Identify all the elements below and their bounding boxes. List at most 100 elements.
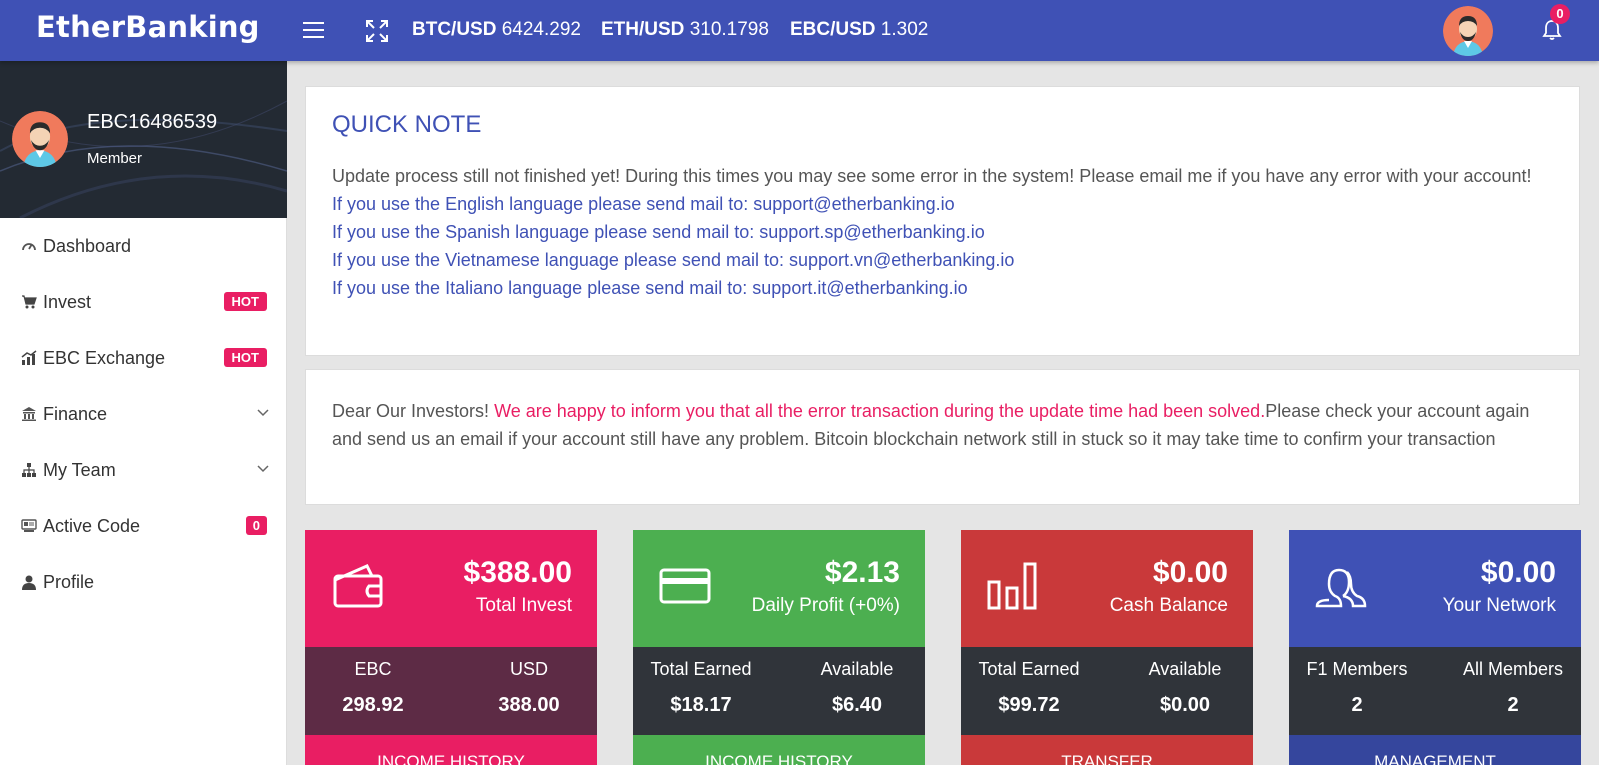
stat-card-details: Total Earned $18.17 Available $6.40 — [633, 647, 925, 735]
code-icon — [20, 517, 38, 535]
stat-detail-label: USD — [509, 659, 548, 679]
user-icon — [20, 573, 38, 591]
dashboard-icon — [20, 237, 38, 255]
stat-card-cash-balance: $0.00 Cash Balance Total Earned $99.72 Av… — [961, 530, 1253, 765]
stat-detail-label: Total Earned — [978, 659, 1080, 679]
ticker-price: 6424.292 — [501, 19, 581, 40]
management-button[interactable]: MANAGEMENT — [1289, 735, 1581, 765]
stat-label: Daily Profit (+0%) — [751, 595, 900, 616]
brand-logo[interactable]: EtherBanking — [36, 10, 260, 44]
stat-detail-value: 388.00 — [498, 694, 560, 716]
fullscreen-icon[interactable] — [366, 20, 388, 42]
stat-card-header: $388.00 Total Invest — [305, 530, 597, 647]
stat-amount: $0.00 — [1480, 556, 1556, 589]
stat-detail-value: $18.17 — [670, 694, 732, 716]
stat-label: Total Invest — [475, 595, 572, 616]
users-icon — [1315, 568, 1367, 608]
announcement-highlight: We are happy to inform you that all the … — [494, 401, 1266, 421]
chevron-down-icon — [257, 409, 269, 417]
stat-detail-value: 2 — [1507, 694, 1519, 716]
stat-detail-label: EBC — [354, 659, 392, 679]
sidebar: EBC16486539 Member Dashboard Invest HOT … — [0, 61, 287, 765]
user-role: Member — [87, 150, 143, 167]
sidebar-item-profile[interactable]: Profile — [0, 554, 286, 610]
support-line-english[interactable]: If you use the English language please s… — [332, 190, 1562, 218]
stat-detail-label: All Members — [1462, 659, 1564, 679]
stat-detail-value: $6.40 — [831, 694, 883, 716]
avatar-icon — [1443, 6, 1493, 56]
ticker-ebc: EBC/USD 1.302 — [790, 19, 928, 41]
announcement-card: Dear Our Investors! We are happy to info… — [305, 369, 1580, 505]
quick-note-body: Update process still not finished yet! D… — [332, 162, 1562, 302]
stat-detail-value: 2 — [1351, 694, 1363, 716]
quick-note-title: QUICK NOTE — [332, 111, 482, 138]
sidebar-item-label: My Team — [43, 459, 116, 480]
stat-card-header: $0.00 Your Network — [1289, 530, 1581, 647]
stat-card-your-network: $0.00 Your Network F1 Members 2 All Membe… — [1289, 530, 1581, 765]
support-line-italiano[interactable]: If you use the Italiano language please … — [332, 274, 1562, 302]
sidebar-item-active-code[interactable]: Active Code 0 — [0, 498, 286, 554]
stat-card-daily-profit: $2.13 Daily Profit (+0%) Total Earned $18… — [633, 530, 925, 765]
sidebar-menu: Dashboard Invest HOT EBC Exchange HOT Fi… — [0, 218, 286, 610]
user-avatar[interactable] — [1443, 6, 1493, 56]
stat-amount: $388.00 — [463, 556, 572, 589]
sidebar-item-ebc-exchange[interactable]: EBC Exchange HOT — [0, 330, 286, 386]
chevron-down-icon — [257, 465, 269, 473]
stat-card-header: $2.13 Daily Profit (+0%) — [633, 530, 925, 647]
chart-icon — [20, 349, 38, 367]
hot-badge: HOT — [223, 292, 267, 311]
stat-card-total-invest: $388.00 Total Invest EBC 298.92 USD 388.00… — [305, 530, 597, 765]
stat-amount: $0.00 — [1152, 556, 1228, 589]
transfer-button[interactable]: TRANSFER — [961, 735, 1253, 765]
cart-icon — [20, 293, 38, 311]
income-history-button[interactable]: INCOME HISTORY — [633, 735, 925, 765]
stat-detail-label: Available — [1148, 659, 1222, 679]
sidebar-avatar[interactable] — [12, 111, 68, 167]
stat-detail-value: $99.72 — [998, 694, 1060, 716]
active-code-count-badge: 0 — [245, 516, 267, 535]
sidebar-item-invest[interactable]: Invest HOT — [0, 274, 286, 330]
stat-detail-label: F1 Members — [1306, 659, 1408, 679]
sidebar-item-label: Profile — [43, 571, 95, 592]
stat-card-details: EBC 298.92 USD 388.00 — [305, 647, 597, 735]
bar-chart-icon — [987, 562, 1037, 610]
quick-note-card: QUICK NOTE Update process still not fini… — [305, 86, 1580, 356]
wallet-icon — [333, 564, 383, 608]
stat-card-header: $0.00 Cash Balance — [961, 530, 1253, 647]
stat-card-details: F1 Members 2 All Members 2 — [1289, 647, 1581, 735]
sidebar-item-label: EBC Exchange — [43, 347, 166, 368]
ticker-price: 310.1798 — [689, 19, 769, 40]
announcement-prefix: Dear Our Investors! — [332, 401, 495, 421]
bank-icon — [20, 405, 38, 423]
sitemap-icon — [20, 461, 38, 479]
hot-badge: HOT — [223, 348, 267, 367]
income-history-button[interactable]: INCOME HISTORY — [305, 735, 597, 765]
top-navbar: EtherBanking BTC/USD 6424.292 ETH/USD 31… — [0, 0, 1599, 61]
user-id: EBC16486539 — [87, 111, 218, 133]
support-line-vietnamese[interactable]: If you use the Vietnamese language pleas… — [332, 246, 1562, 274]
stat-detail-label: Available — [820, 659, 894, 679]
user-panel: EBC16486539 Member — [0, 61, 287, 218]
ticker-btc: BTC/USD 6424.292 — [412, 19, 581, 41]
support-line-spanish[interactable]: If you use the Spanish language please s… — [332, 218, 1562, 246]
avatar-icon — [12, 111, 68, 167]
sidebar-item-label: Finance — [43, 403, 108, 424]
menu-toggle-icon[interactable] — [303, 22, 324, 39]
stat-label: Your Network — [1442, 595, 1556, 616]
ticker-pair: BTC/USD — [412, 19, 497, 40]
sidebar-item-dashboard[interactable]: Dashboard — [0, 218, 286, 274]
ticker-pair: EBC/USD — [790, 19, 876, 40]
ticker-price: 1.302 — [880, 19, 929, 40]
announcement-text: Dear Our Investors! We are happy to info… — [332, 397, 1562, 453]
stat-detail-label: Total Earned — [650, 659, 752, 679]
sidebar-item-my-team[interactable]: My Team — [0, 442, 286, 498]
sidebar-item-label: Invest — [43, 291, 92, 312]
credit-card-icon — [659, 568, 711, 604]
quick-note-intro: Update process still not finished yet! D… — [332, 166, 1532, 186]
ticker-pair: ETH/USD — [601, 19, 685, 40]
stat-detail-value: $0.00 — [1159, 694, 1211, 716]
sidebar-item-finance[interactable]: Finance — [0, 386, 286, 442]
stat-amount: $2.13 — [824, 556, 900, 589]
ticker-eth: ETH/USD 310.1798 — [601, 19, 769, 41]
sidebar-item-label: Dashboard — [43, 235, 132, 256]
